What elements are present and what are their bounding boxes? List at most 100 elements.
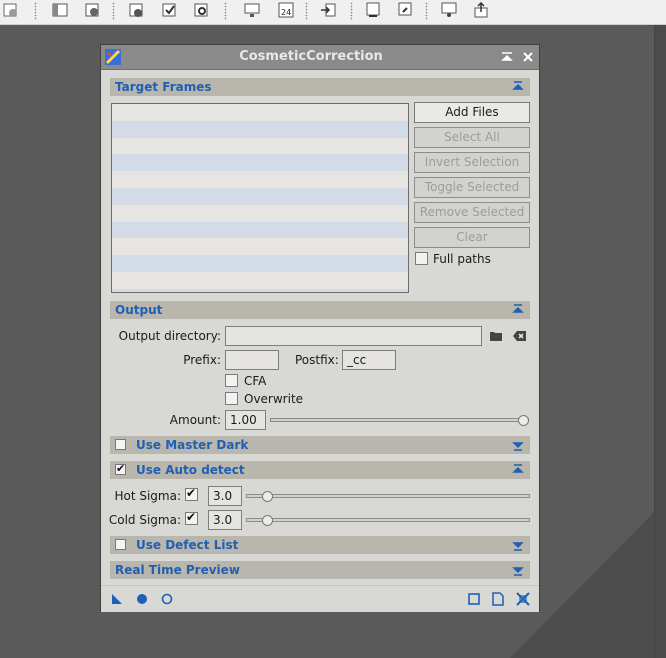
section-label: Target Frames <box>115 80 212 94</box>
list-row <box>112 154 408 172</box>
list-row <box>112 288 408 292</box>
list-row <box>112 104 408 121</box>
apply-icon[interactable] <box>161 2 177 18</box>
amount-slider-handle[interactable] <box>518 415 529 426</box>
cold-sigma-slider-track[interactable] <box>246 518 530 522</box>
hot-sigma-slider-track[interactable] <box>246 494 530 498</box>
output-directory-field[interactable] <box>225 326 482 346</box>
hot-sigma-field[interactable]: 3.0 <box>208 486 242 506</box>
select-all-button[interactable]: Select All <box>414 127 530 148</box>
amount-slider-track[interactable] <box>270 418 529 422</box>
reset-icon[interactable] <box>516 592 530 606</box>
upload-icon[interactable] <box>473 2 489 18</box>
amount-label: Amount: <box>169 413 221 427</box>
hot-sigma-slider-handle[interactable] <box>262 491 273 502</box>
expand-down-icon[interactable] <box>512 564 524 576</box>
full-paths-checkbox[interactable] <box>415 252 428 265</box>
cold-sigma-checkbox[interactable] <box>185 510 198 525</box>
master-dark-checkbox[interactable] <box>115 439 126 450</box>
cold-sigma-field[interactable]: 3.0 <box>208 510 242 530</box>
cosmetic-correction-dialog: CosmeticCorrection Target Frames Add Fil… <box>100 44 540 612</box>
collapse-up-icon[interactable] <box>512 304 524 316</box>
full-paths-label: Full paths <box>433 252 491 266</box>
list-row <box>112 205 408 222</box>
overwrite-label: Overwrite <box>244 392 304 406</box>
shade-icon[interactable] <box>501 51 513 63</box>
edit-document-icon[interactable] <box>491 592 505 606</box>
amount-field[interactable]: 1.00 <box>225 410 266 430</box>
workspace-scroll-edge <box>654 24 666 658</box>
section-label: Use Defect List <box>136 538 239 552</box>
process-icon[interactable] <box>441 2 457 18</box>
auto-detect-checkbox[interactable] <box>115 462 126 475</box>
toolbar-separator <box>112 2 115 20</box>
cfa-checkbox[interactable] <box>225 374 238 387</box>
section-target-frames[interactable]: Target Frames <box>110 78 530 96</box>
apply-icon[interactable] <box>160 592 174 606</box>
clear-field-icon[interactable] <box>513 329 527 343</box>
postfix-label: Postfix: <box>295 353 339 367</box>
import-icon[interactable] <box>320 2 336 18</box>
prefix-label: Prefix: <box>183 353 221 367</box>
toggle-selected-button[interactable]: Toggle Selected <box>414 177 530 198</box>
svg-text:24: 24 <box>281 8 291 17</box>
close-view-icon[interactable] <box>2 2 18 18</box>
list-row <box>112 187 408 205</box>
frame-24-icon[interactable]: 24 <box>278 2 294 18</box>
toolbar-separator <box>425 2 428 20</box>
invert-selection-button[interactable]: Invert Selection <box>414 152 530 173</box>
prefix-field[interactable] <box>225 350 279 370</box>
target-frames-list[interactable] <box>111 103 409 293</box>
collapse-up-icon[interactable] <box>512 81 524 93</box>
explore-icon[interactable] <box>365 2 381 18</box>
defect-list-checkbox[interactable] <box>115 539 126 550</box>
hot-sigma-checkbox[interactable] <box>185 486 198 501</box>
postfix-field[interactable]: _cc <box>342 350 396 370</box>
cold-sigma-slider-handle[interactable] <box>262 515 273 526</box>
dialog-title: CosmeticCorrection <box>239 49 383 64</box>
folder-icon[interactable] <box>489 329 503 343</box>
overwrite-checkbox[interactable] <box>225 392 238 405</box>
section-defect-list[interactable]: Use Defect List <box>110 536 530 554</box>
clear-button[interactable]: Clear <box>414 227 530 248</box>
section-label: Use Auto detect <box>136 463 245 477</box>
capture-icon[interactable] <box>397 2 413 18</box>
dialog-bottom-bar <box>101 585 539 612</box>
reset-icon[interactable] <box>84 2 100 18</box>
list-row <box>112 221 408 239</box>
cold-sigma-label: Cold Sigma: <box>108 513 181 527</box>
remove-selected-button[interactable]: Remove Selected <box>414 202 530 223</box>
toolbar-separator <box>350 2 353 20</box>
list-row <box>112 255 408 272</box>
new-instance-icon[interactable] <box>128 2 144 18</box>
section-master-dark[interactable]: Use Master Dark <box>110 436 530 454</box>
main-toolbar: 24 <box>0 0 666 25</box>
list-row <box>112 138 408 155</box>
section-label: Use Master Dark <box>136 438 249 452</box>
cfa-label: CFA <box>244 374 267 388</box>
list-row <box>112 171 408 188</box>
expand-down-icon[interactable] <box>512 439 524 451</box>
hot-sigma-label: Hot Sigma: <box>114 489 181 503</box>
section-real-time-preview[interactable]: Real Time Preview <box>110 561 530 579</box>
new-instance-triangle-icon[interactable] <box>110 592 124 606</box>
apply-global-icon[interactable] <box>135 592 149 606</box>
dialog-titlebar[interactable]: CosmeticCorrection <box>101 45 539 70</box>
close-icon[interactable] <box>522 51 534 63</box>
collapse-up-icon[interactable] <box>512 464 524 476</box>
list-row <box>112 238 408 255</box>
preview-icon[interactable] <box>193 2 209 18</box>
toolbar-separator <box>34 2 37 20</box>
expand-down-icon[interactable] <box>512 539 524 551</box>
list-row <box>112 272 408 289</box>
add-files-button[interactable]: Add Files <box>414 102 530 123</box>
toolbar-separator <box>224 2 227 20</box>
image-window-icon[interactable] <box>52 2 68 18</box>
section-auto-detect[interactable]: Use Auto detect <box>110 461 530 479</box>
output-directory-label: Output directory: <box>118 329 221 343</box>
list-row <box>112 120 408 138</box>
preview-square-icon[interactable] <box>467 592 481 606</box>
section-output[interactable]: Output <box>110 301 530 319</box>
toolbar-separator <box>305 2 308 20</box>
screen-icon[interactable] <box>244 2 260 18</box>
